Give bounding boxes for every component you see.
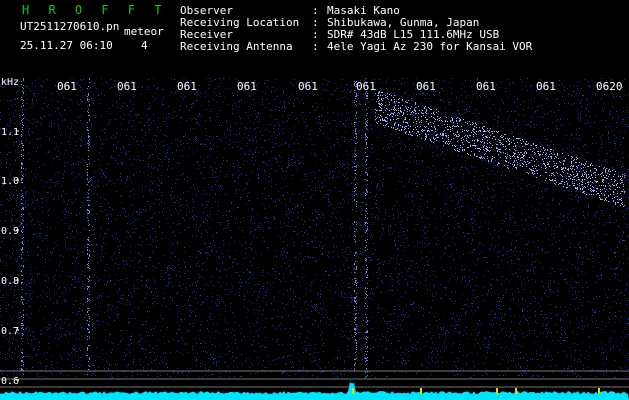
antenna-label: Receiving Antenna: [180, 40, 293, 53]
x-tick-label: 0620: [596, 80, 623, 93]
x-tick-label: 061: [117, 80, 137, 93]
x-tick-label: 061: [298, 80, 318, 93]
meteor-tag: meteor: [124, 25, 164, 38]
y-tick-label: 0.8: [1, 276, 19, 287]
app-brand: H R O F F T: [22, 3, 168, 17]
x-tick-label: 061: [237, 80, 257, 93]
info-separator: :: [312, 40, 319, 53]
y-tick-label: 1.1: [1, 127, 19, 138]
y-tick-label: 0.9: [1, 226, 19, 237]
y-tick-label: 1.0: [1, 176, 19, 187]
meteor-count: 4: [141, 39, 148, 52]
x-tick-label: 061: [476, 80, 496, 93]
x-tick-label: 061: [177, 80, 197, 93]
x-tick-label: 061: [57, 80, 77, 93]
x-tick-label: 061: [416, 80, 436, 93]
spectrogram: kHz 1.1 1.0 0.9 0.8 0.7 0.6 061 061 061 061 061 06…: [0, 78, 629, 400]
antenna-value: 4ele Yagi Az 230 for Kansai VOR: [327, 40, 533, 53]
file-name: UT2511270610.pn: [20, 20, 120, 33]
capture-datetime: 25.11.27 06:10: [20, 39, 113, 52]
x-tick-label: 061: [356, 80, 376, 93]
x-tick-label: 061: [536, 80, 556, 93]
y-axis-label: kHz: [1, 78, 19, 88]
y-tick-label: 0.7: [1, 326, 19, 337]
y-tick-label: 0.6: [1, 376, 19, 387]
hrofft-screen: { "header": { "brand": "H R O F F T", "f…: [0, 0, 629, 400]
